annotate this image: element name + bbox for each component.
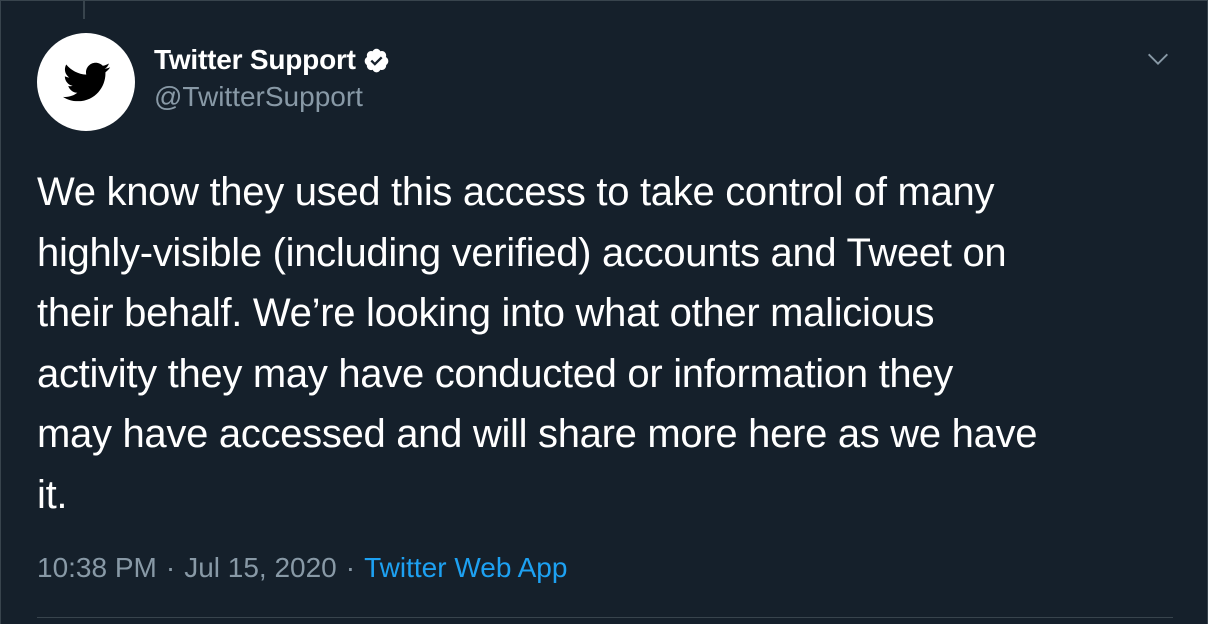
tweet-source-link[interactable]: Twitter Web App <box>364 552 567 584</box>
tweet-time[interactable]: 10:38 PM <box>37 552 157 584</box>
meta-separator: · <box>165 552 176 583</box>
author-handle[interactable]: @TwitterSupport <box>154 81 363 113</box>
tweet-card: Twitter Support @TwitterSupport We know … <box>0 0 1208 624</box>
avatar[interactable] <box>37 33 135 131</box>
divider <box>37 617 1173 618</box>
author-name-row[interactable]: Twitter Support <box>154 43 390 77</box>
tweet-metadata: 10:38 PM · Jul 15, 2020 · Twitter Web Ap… <box>37 552 567 584</box>
thread-connector-line <box>83 1 85 19</box>
verified-badge-icon <box>363 47 390 74</box>
twitter-bird-icon <box>62 62 111 102</box>
tweet-text: We know they used this access to take co… <box>37 170 1038 517</box>
chevron-down-icon[interactable] <box>1144 45 1172 73</box>
author-display-name[interactable]: Twitter Support <box>154 44 356 76</box>
tweet-date[interactable]: Jul 15, 2020 <box>184 552 337 584</box>
meta-separator: · <box>345 552 356 583</box>
